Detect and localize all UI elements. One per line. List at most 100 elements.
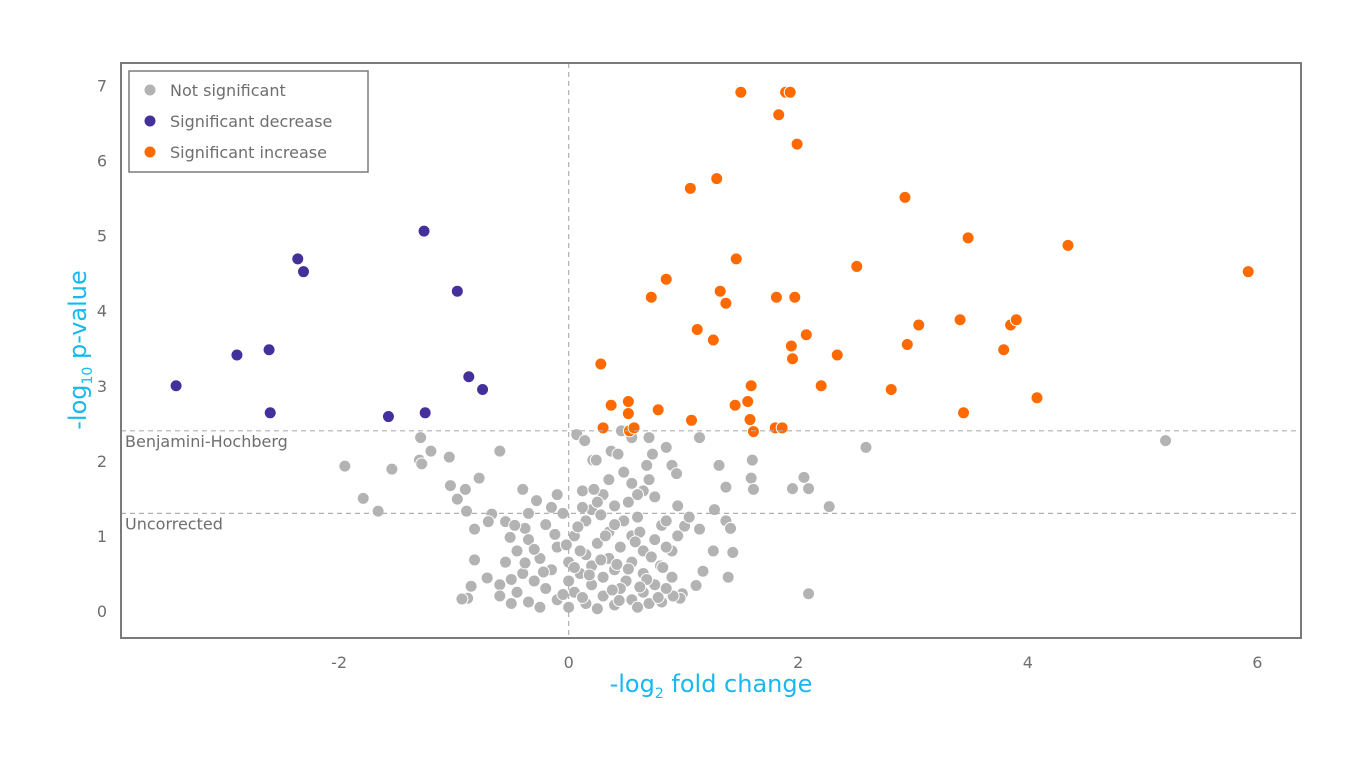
data-point-not-significant [385,462,399,476]
data-point-significant-increase [814,379,828,393]
data-point-not-significant [594,553,608,567]
data-point-not-significant [631,600,645,614]
data-point-significant-increase [741,395,755,409]
data-point-significant-increase [604,398,618,412]
data-point-not-significant [468,522,482,536]
data-point-not-significant [338,459,352,473]
data-point-significant-increase [884,383,898,397]
data-point-significant-decrease [417,224,431,238]
data-point-not-significant [621,562,635,576]
data-point-not-significant [671,499,685,513]
data-point-significant-increase [651,403,665,417]
data-point-not-significant [575,500,589,514]
data-point-not-significant [527,574,541,588]
data-point-significant-increase [785,352,799,366]
data-point-not-significant [594,508,608,522]
data-point-not-significant [472,471,486,485]
benjamini-hochberg-label: Benjamini-Hochberg [125,432,288,451]
data-point-not-significant [504,596,518,610]
legend-marker-not-significant [144,84,156,96]
data-point-significant-decrease [450,284,464,298]
data-point-significant-decrease [169,379,183,393]
data-point-not-significant [602,473,616,487]
data-point-not-significant [521,595,535,609]
legend-label-significant-increase: Significant increase [170,143,327,162]
data-point-not-significant [822,500,836,514]
data-point-not-significant [589,453,603,467]
data-point-significant-increase [953,313,967,327]
data-point-not-significant [424,444,438,458]
data-point-not-significant [590,602,604,616]
data-point-significant-increase [783,85,797,99]
data-point-not-significant [608,499,622,513]
y-tick-label: 0 [97,602,107,621]
data-point-not-significant [721,570,735,584]
data-point-not-significant [1159,434,1173,448]
data-point-not-significant [536,565,550,579]
data-point-not-significant [443,479,457,493]
y-axis-title: -log10 p-value [64,270,96,430]
data-point-significant-increase [729,252,743,266]
data-point-not-significant [548,527,562,541]
data-point-not-significant [608,518,622,532]
data-point-not-significant [556,587,570,601]
data-point-not-significant [613,540,627,554]
data-point-significant-increase [1030,391,1044,405]
data-point-not-significant [744,471,758,485]
data-point-not-significant [415,457,429,471]
data-point-significant-decrease [263,406,277,420]
data-point-significant-increase [1241,265,1255,279]
data-point-not-significant [499,555,513,569]
data-point-significant-increase [1009,313,1023,327]
data-point-not-significant [575,590,589,604]
data-point-not-significant [544,500,558,514]
x-tick-label: 4 [1023,653,1033,672]
data-point-not-significant [605,583,619,597]
data-point-not-significant [659,540,673,554]
data-point-not-significant [659,514,673,528]
legend-label-significant-decrease: Significant decrease [170,112,332,131]
x-tick-label: 6 [1252,653,1262,672]
data-point-not-significant [559,538,573,552]
data-point-not-significant [648,533,662,547]
data-point-not-significant [612,593,626,607]
data-point-not-significant [659,440,673,454]
data-point-not-significant [656,560,670,574]
data-point-not-significant [516,482,530,496]
data-point-not-significant [481,515,495,529]
data-point-not-significant [712,458,726,472]
data-point-not-significant [571,520,585,534]
data-point-not-significant [628,535,642,549]
data-point-significant-increase [957,406,971,420]
data-point-not-significant [530,494,544,508]
data-point-not-significant [371,504,385,518]
data-point-significant-decrease [230,348,244,362]
data-point-not-significant [724,521,738,535]
data-point-significant-decrease [291,252,305,266]
data-point-not-significant [642,431,656,445]
data-point-significant-decrease [462,370,476,384]
data-point-not-significant [493,444,507,458]
data-point-not-significant [460,504,474,518]
data-point-not-significant [516,566,530,580]
volcano-plot: Benjamini-Hochberg Uncorrected -2 0 2 4 6 0 1… [64,62,1302,702]
data-point-not-significant [458,482,472,496]
data-point-significant-increase [690,322,704,336]
data-point-not-significant [611,447,625,461]
data-point-not-significant [726,545,740,559]
x-axis-title-prefix: -log [610,670,655,698]
data-point-not-significant [802,482,816,496]
data-point-not-significant [598,529,612,543]
data-point-significant-increase [788,290,802,304]
data-point-not-significant [493,589,507,603]
y-tick-label: 5 [97,227,107,246]
legend-label-not-significant: Not significant [170,81,286,100]
data-point-not-significant [785,482,799,496]
data-point-not-significant [625,476,639,490]
data-point-significant-increase [850,259,864,273]
data-point-significant-increase [799,328,813,342]
data-point-not-significant [631,488,645,502]
x-tick-label: 0 [564,653,574,672]
data-point-not-significant [719,480,733,494]
data-point-not-significant [706,544,720,558]
